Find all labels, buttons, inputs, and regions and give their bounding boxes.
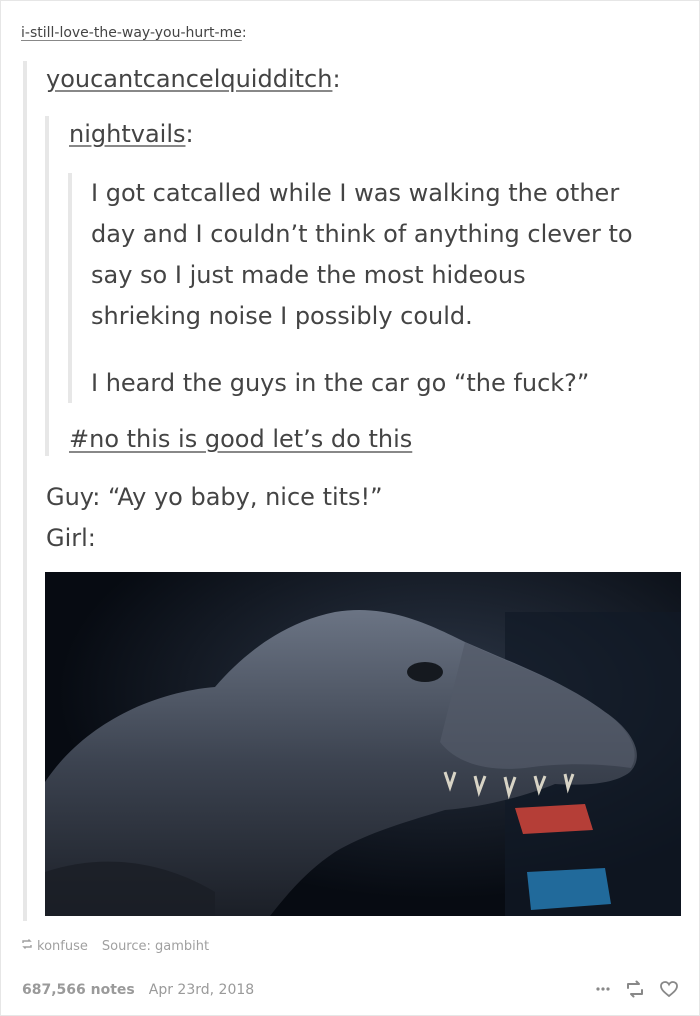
source-label: Source: xyxy=(101,939,151,954)
original-paragraph-1: I got catcalled while I was walking the … xyxy=(91,173,691,337)
dialog-line-girl: Girl: xyxy=(46,524,96,552)
source-name[interactable]: gambiht xyxy=(155,939,209,954)
original-paragraph-2: I heard the guys in the car go “the fuck… xyxy=(91,369,590,397)
colon: : xyxy=(241,25,247,41)
reblog-small-icon xyxy=(21,938,33,956)
hashtag-link[interactable]: #no this is good let’s do this xyxy=(69,421,412,457)
post-actions xyxy=(595,979,679,999)
colon: : xyxy=(185,120,194,148)
post-date[interactable]: Apr 23rd, 2018 xyxy=(149,981,254,999)
reblog-icon[interactable] xyxy=(625,979,645,999)
reblog-user-link-2[interactable]: nightvails xyxy=(69,120,185,148)
tumblr-post: i-still-love-the-way-you-hurt-me: youcan… xyxy=(0,0,700,1016)
reblog-comment: Guy: “Ay yo baby, nice tits!” Girl: xyxy=(46,477,383,559)
dialog-line-guy: Guy: “Ay yo baby, nice tits!” xyxy=(46,483,383,511)
more-icon[interactable] xyxy=(595,981,611,997)
reblog-border-1 xyxy=(23,61,27,921)
paragraph-line: I got catcalled while I was walking the … xyxy=(91,179,620,207)
original-post-text: I got catcalled while I was walking the … xyxy=(91,173,691,430)
notes-count[interactable]: 687,566 notes xyxy=(22,981,135,999)
post-source[interactable]: Source: gambiht xyxy=(102,938,209,956)
reblogged-from[interactable]: konfuse xyxy=(21,938,88,956)
post-meta: konfuse Source: gambiht xyxy=(21,938,209,956)
root-user-line: i-still-love-the-way-you-hurt-me: xyxy=(21,24,247,42)
post-footer: 687,566 notes Apr 23rd, 2018 xyxy=(22,981,254,999)
paragraph-line: day and I couldn’t think of anything cle… xyxy=(91,220,633,248)
reblog-user-link-1[interactable]: youcantcancelquidditch xyxy=(46,65,332,93)
reblog-user-line-1: youcantcancelquidditch: xyxy=(46,63,341,95)
reblog-border-2 xyxy=(45,116,49,456)
heart-icon[interactable] xyxy=(659,979,679,999)
reblogged-from-user[interactable]: konfuse xyxy=(37,938,88,956)
paragraph-line: say so I just made the most hideous xyxy=(91,261,526,289)
trex-gif-image[interactable] xyxy=(45,572,681,916)
root-user-link[interactable]: i-still-love-the-way-you-hurt-me xyxy=(21,25,242,41)
paragraph-line: shrieking noise I possibly could. xyxy=(91,302,473,330)
reblog-border-3 xyxy=(68,173,72,403)
colon: : xyxy=(332,65,341,93)
reblog-user-line-2: nightvails: xyxy=(69,118,194,150)
